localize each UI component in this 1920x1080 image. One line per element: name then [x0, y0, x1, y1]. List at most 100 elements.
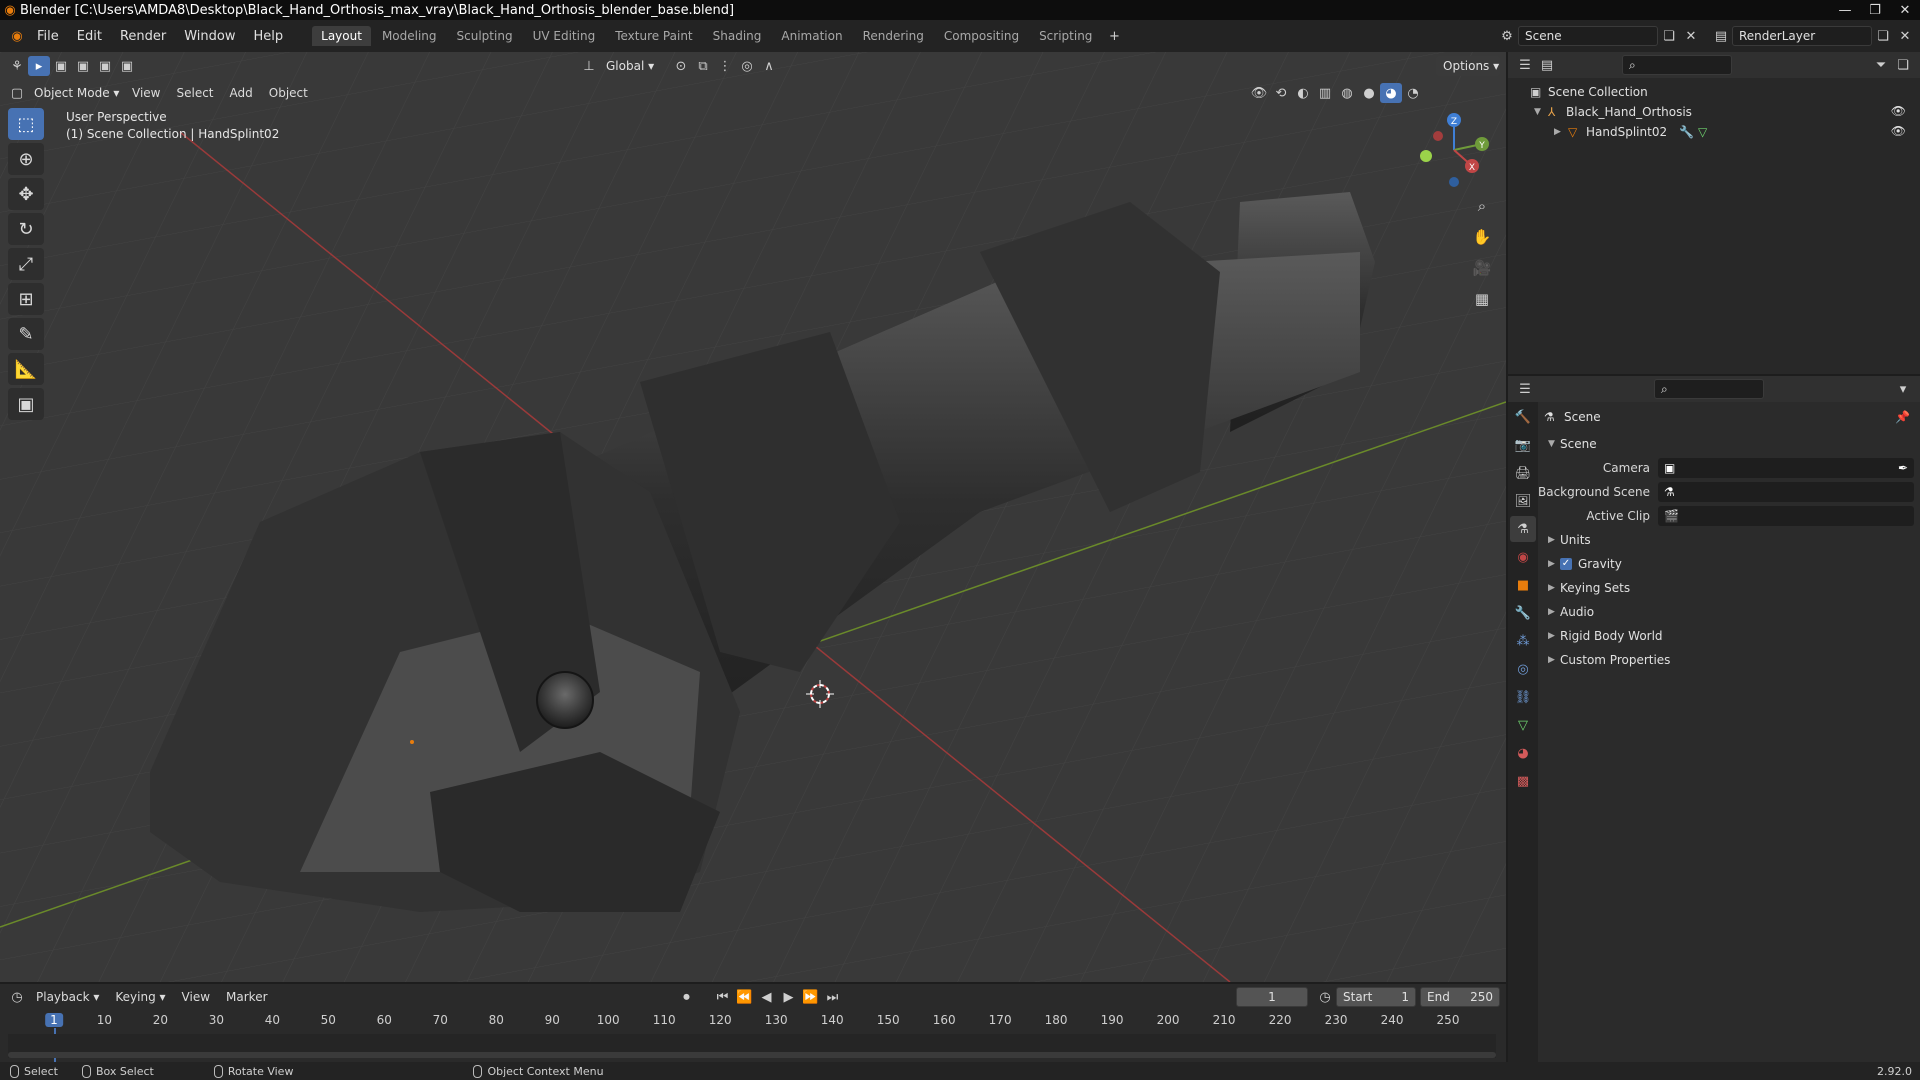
properties-editor-type-icon[interactable]: ☰	[1514, 379, 1536, 399]
select-mode-invert-icon[interactable]: ▣	[116, 56, 138, 76]
timeline-editor-type-icon[interactable]: ◷	[6, 987, 28, 1007]
record-icon[interactable]: ⏺	[676, 987, 698, 1007]
timeline-menu-playback[interactable]: Playback ▾	[28, 990, 107, 1004]
panel-scene-header[interactable]: ▼ Scene	[1538, 432, 1920, 456]
select-mode-subtract-icon[interactable]: ▣	[94, 56, 116, 76]
expand-arrow-icon[interactable]: ▶	[1554, 127, 1568, 137]
panel-units[interactable]: ▶ Units	[1538, 528, 1920, 552]
pin-icon[interactable]: 📌	[1895, 410, 1910, 424]
tab-output-icon[interactable]: 🖨	[1510, 460, 1536, 486]
visibility-icon[interactable]: 👁	[1248, 83, 1270, 103]
camera-view-icon[interactable]: 🎥	[1468, 254, 1496, 282]
tab-texture-paint[interactable]: Texture Paint	[606, 26, 701, 46]
tab-constraints-icon[interactable]: ⛓	[1510, 684, 1536, 710]
properties-search-input[interactable]: ⌕	[1654, 379, 1764, 399]
camera-field[interactable]: ▣ ✒	[1658, 458, 1914, 478]
tab-tool-icon[interactable]: 🔨	[1510, 404, 1536, 430]
proportional-edit-icon[interactable]: ◎	[736, 56, 758, 76]
tab-physics-icon[interactable]: ◎	[1510, 656, 1536, 682]
new-collection-icon[interactable]: ❏	[1892, 55, 1914, 75]
material-shading-icon[interactable]: ◕	[1380, 83, 1402, 103]
visibility-eye-icon[interactable]: 👁	[1891, 124, 1906, 138]
tab-object-icon[interactable]: ■	[1510, 572, 1536, 598]
tab-layout[interactable]: Layout	[312, 26, 371, 46]
eyedropper-icon[interactable]: ✒	[1898, 461, 1908, 475]
falloff-icon[interactable]: ∧	[758, 56, 780, 76]
viewport-menu-select[interactable]: Select	[168, 86, 221, 100]
start-frame-field[interactable]: Start 1	[1336, 987, 1416, 1007]
menu-window[interactable]: Window	[175, 29, 244, 44]
timeline-menu-view[interactable]: View	[174, 990, 218, 1004]
tab-animation[interactable]: Animation	[772, 26, 851, 46]
end-frame-field[interactable]: End 250	[1420, 987, 1500, 1007]
cursor-tool-icon[interactable]: ⊕	[8, 143, 44, 175]
panel-audio[interactable]: ▶ Audio	[1538, 600, 1920, 624]
menu-render[interactable]: Render	[111, 29, 175, 44]
panel-rigid-body-world[interactable]: ▶ Rigid Body World	[1538, 624, 1920, 648]
new-renderlayer-icon[interactable]: ❏	[1872, 26, 1894, 46]
tab-data-icon[interactable]: ▽	[1510, 712, 1536, 738]
tab-material-icon[interactable]: ◕	[1510, 740, 1536, 766]
active-clip-field[interactable]: 🎬	[1658, 506, 1914, 526]
select-mode-new-icon[interactable]: ▣	[50, 56, 72, 76]
outliner-item-handsplint02[interactable]: ▶ ▽ HandSplint02 🔧 ▽ 👁	[1508, 122, 1920, 142]
blender-menu-icon[interactable]: ◉	[6, 26, 28, 46]
delete-scene-icon[interactable]: ✕	[1680, 26, 1702, 46]
visibility-eye-icon[interactable]: 👁	[1891, 104, 1906, 118]
3d-viewport[interactable]: ⚘ ▸ ▣ ▣ ▣ ▣ ⊥ Global ▾ ⊙ ⧉ ⋮ ◎ ∧ Options…	[0, 52, 1506, 982]
outliner-search-input[interactable]: ⌕	[1622, 55, 1732, 75]
tab-render-icon[interactable]: 📷	[1510, 432, 1536, 458]
navigation-gizmo[interactable]: Z Y X	[1410, 110, 1490, 190]
timeline-menu-keying[interactable]: Keying ▾	[107, 990, 173, 1004]
tab-particles-icon[interactable]: ⁂	[1510, 628, 1536, 654]
panel-custom-properties[interactable]: ▶ Custom Properties	[1538, 648, 1920, 672]
viewport-menu-add[interactable]: Add	[222, 86, 261, 100]
menu-edit[interactable]: Edit	[68, 29, 111, 44]
rotate-tool-icon[interactable]: ↻	[8, 213, 44, 245]
panel-gravity[interactable]: ▶ ✓ Gravity	[1538, 552, 1920, 576]
scene-selector[interactable]: Scene	[1518, 26, 1658, 46]
timeline-scrollbar[interactable]	[8, 1052, 1496, 1058]
play-reverse-icon[interactable]: ◀	[756, 987, 778, 1007]
add-workspace-icon[interactable]: +	[1103, 26, 1125, 46]
outliner-item-black-hand-orthosis[interactable]: ▼ ⅄ Black_Hand_Orthosis 👁	[1508, 102, 1920, 122]
solid-shading-icon[interactable]: ●	[1358, 83, 1380, 103]
rendered-shading-icon[interactable]: ◔	[1402, 83, 1424, 103]
tab-shading[interactable]: Shading	[704, 26, 771, 46]
properties-options-icon[interactable]: ▾	[1892, 379, 1914, 399]
jump-start-icon[interactable]: ⏮	[712, 987, 734, 1007]
add-cube-tool-icon[interactable]: ▣	[8, 388, 44, 420]
panel-keying-sets[interactable]: ▶ Keying Sets	[1538, 576, 1920, 600]
new-scene-icon[interactable]: ❏	[1658, 26, 1680, 46]
delete-renderlayer-icon[interactable]: ✕	[1894, 26, 1916, 46]
scene-type-icon[interactable]: ⚙	[1496, 26, 1518, 46]
close-icon[interactable]: ✕	[1890, 3, 1920, 18]
prev-keyframe-icon[interactable]: ⏪	[734, 987, 756, 1007]
background-scene-field[interactable]: ⚗	[1658, 482, 1914, 502]
expand-arrow-icon[interactable]: ▼	[1534, 107, 1548, 117]
tab-modifier-icon[interactable]: 🔧	[1510, 600, 1536, 626]
snap-target-icon[interactable]: ⋮	[714, 56, 736, 76]
overlay-toggle-icon[interactable]: ◐	[1292, 83, 1314, 103]
snap-icon[interactable]: ⧉	[692, 56, 714, 76]
jump-end-icon[interactable]: ⏭	[822, 987, 844, 1007]
gravity-checkbox[interactable]: ✓	[1560, 558, 1572, 570]
annotate-tool-icon[interactable]: ✎	[8, 318, 44, 350]
tab-rendering[interactable]: Rendering	[854, 26, 933, 46]
tab-sculpting[interactable]: Sculpting	[448, 26, 522, 46]
tab-view-layer-icon[interactable]: 🖼	[1510, 488, 1536, 514]
move-tool-icon[interactable]: ✥	[8, 178, 44, 210]
tab-uv-editing[interactable]: UV Editing	[524, 26, 605, 46]
maximize-icon[interactable]: ❐	[1860, 3, 1890, 18]
tab-texture-icon[interactable]: ▩	[1510, 768, 1536, 794]
minimize-icon[interactable]: —	[1830, 3, 1860, 18]
measure-tool-icon[interactable]: 📐	[8, 353, 44, 385]
editor-type-icon[interactable]: ⚘	[6, 56, 28, 76]
menu-file[interactable]: File	[28, 29, 68, 44]
display-mode-icon[interactable]: ▤	[1536, 55, 1558, 75]
frame-ruler[interactable]: 1 10 20 30 40 50 60 70 80 90 100 110 120 130 140 150 160…	[0, 1010, 1506, 1062]
viewport-menu-view[interactable]: View	[124, 86, 168, 100]
pan-hand-icon[interactable]: ✋	[1468, 223, 1496, 251]
select-tool-icon[interactable]: ▸	[28, 56, 50, 76]
tab-compositing[interactable]: Compositing	[935, 26, 1028, 46]
